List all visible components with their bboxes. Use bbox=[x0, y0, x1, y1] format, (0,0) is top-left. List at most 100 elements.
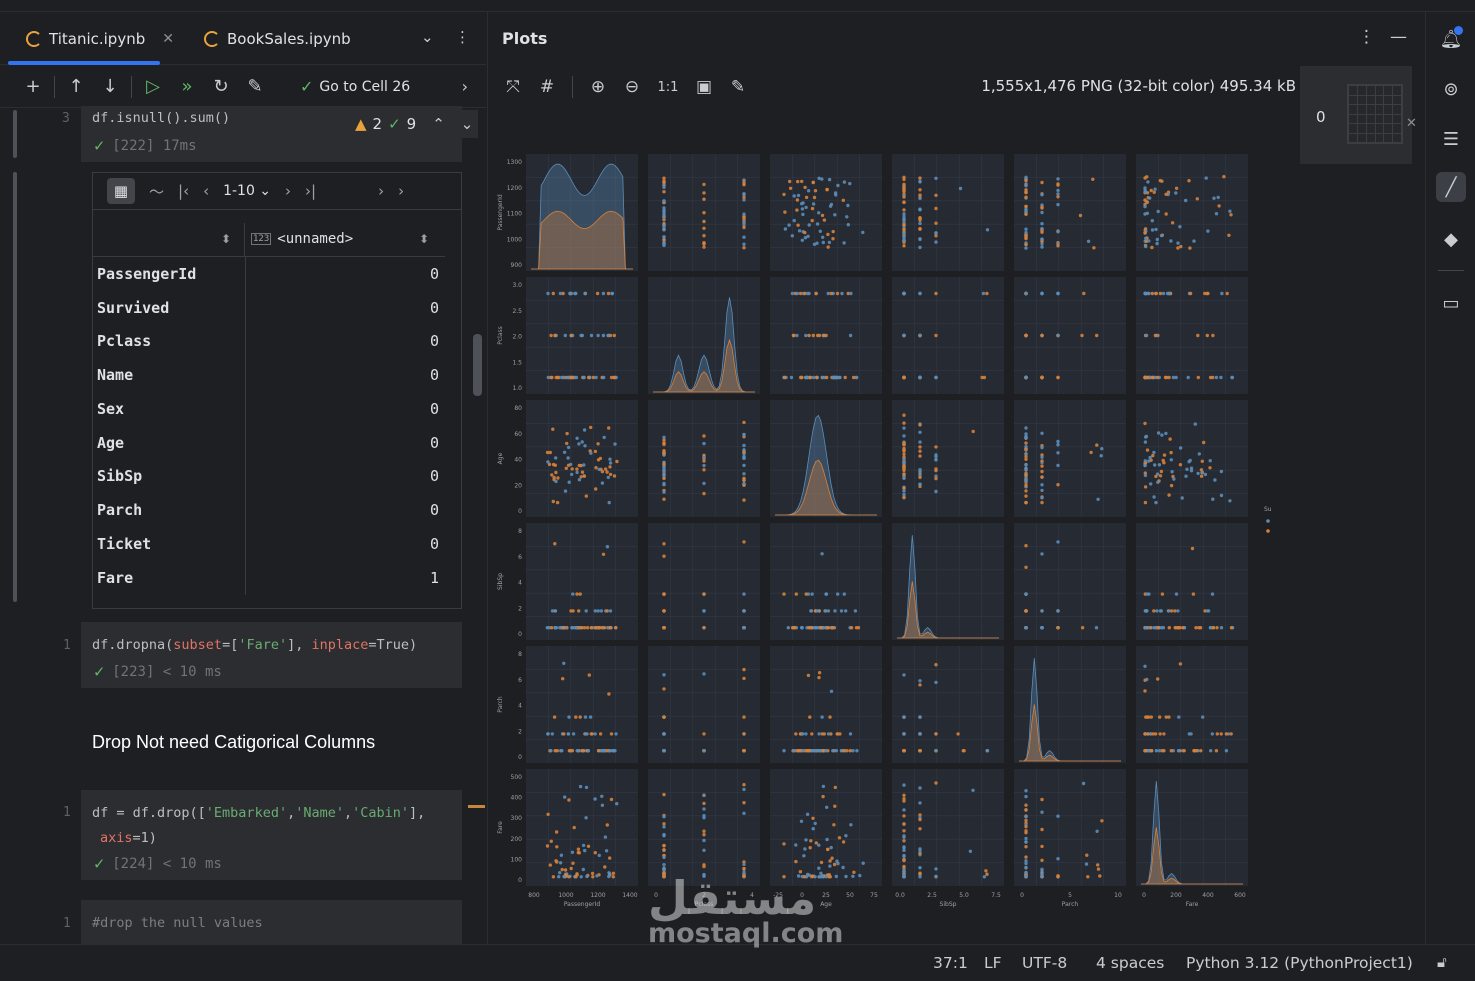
table-row[interactable]: Fare 1 bbox=[93, 561, 445, 595]
lock-icon[interactable]: 🔓︎ bbox=[1437, 953, 1447, 971]
y-tick-label: 6 bbox=[518, 554, 522, 561]
file-encoding[interactable]: UTF-8 bbox=[1022, 954, 1067, 972]
jupyter-variables-icon[interactable]: ◆ bbox=[1436, 224, 1466, 254]
table-row[interactable]: SibSp 0 bbox=[93, 459, 445, 493]
zoom-in-icon[interactable]: ⊕ bbox=[585, 74, 611, 100]
cell-code[interactable]: df.dropna(subset=['Fare'], inplace=True) bbox=[92, 637, 417, 653]
table-row[interactable]: Sex 0 bbox=[93, 392, 445, 426]
scatter-point bbox=[594, 487, 598, 491]
prev-page-icon[interactable]: ‹ bbox=[203, 182, 209, 200]
code-cell[interactable]: #drop the null values bbox=[81, 900, 462, 944]
scatter-point bbox=[1169, 458, 1173, 462]
scatter-point bbox=[742, 225, 746, 230]
code-cell[interactable]: df.dropna(subset=['Fare'], inplace=True)… bbox=[81, 622, 462, 688]
inspections-widget[interactable]: ▲ 2 ✓ 9 ⌃ ⌄ bbox=[345, 110, 478, 138]
plots-icon[interactable]: ╱ bbox=[1436, 172, 1466, 202]
column-header[interactable]: 123 <unnamed> bbox=[251, 231, 353, 247]
scatter-point bbox=[742, 811, 746, 815]
markdown-heading[interactable]: Drop Not need Catigorical Columns bbox=[92, 732, 375, 753]
actual-size-button[interactable]: 1:1 bbox=[653, 74, 683, 100]
sort-icon[interactable]: ⬍ bbox=[221, 232, 231, 246]
clear-outputs-icon[interactable]: ✎ bbox=[238, 70, 272, 104]
table-row[interactable]: Age 0 bbox=[93, 426, 445, 460]
y-tick-label: 1100 bbox=[507, 211, 522, 218]
scatter-point bbox=[611, 749, 615, 753]
chevron-down-icon[interactable]: ⌄ bbox=[461, 115, 474, 133]
scroll-left-icon[interactable]: › bbox=[378, 182, 384, 200]
go-to-cell-button[interactable]: ✓ Go to Cell 26 bbox=[300, 77, 410, 96]
close-icon[interactable]: ✕ bbox=[162, 31, 174, 47]
color-picker-icon[interactable]: ✎ bbox=[725, 74, 751, 100]
scatter-point bbox=[702, 234, 706, 238]
background-icon[interactable]: ▣ bbox=[691, 74, 717, 100]
line-separator[interactable]: LF bbox=[984, 954, 1002, 972]
ai-assistant-icon[interactable]: ⊚ bbox=[1436, 74, 1466, 104]
scatter-point bbox=[742, 455, 746, 460]
more-vertical-icon[interactable]: ⋮ bbox=[455, 28, 470, 46]
run-all-icon[interactable]: » bbox=[170, 70, 204, 104]
tab-titanic[interactable]: Titanic.ipynb ✕ bbox=[26, 26, 174, 52]
close-icon[interactable]: ✕ bbox=[1406, 116, 1417, 131]
run-cell-icon[interactable]: ▷ bbox=[136, 70, 170, 104]
scatter-point bbox=[1056, 443, 1060, 447]
table-row[interactable]: PassengerId 0 bbox=[93, 257, 445, 291]
first-page-icon[interactable]: |‹ bbox=[178, 182, 189, 200]
row-index: SibSp bbox=[97, 467, 143, 485]
page-range-select[interactable]: 1-10 ⌄ bbox=[223, 183, 271, 199]
caret-position[interactable]: 37:1 bbox=[933, 954, 968, 972]
grid-icon[interactable]: # bbox=[534, 74, 560, 100]
next-page-icon[interactable]: › bbox=[285, 182, 291, 200]
scatter-point bbox=[985, 749, 990, 753]
scatter-point bbox=[828, 859, 832, 863]
thumbnail-cell bbox=[1393, 133, 1401, 142]
editor-scrollbar-thumb[interactable] bbox=[473, 334, 482, 396]
cell-code-line2[interactable]: axis=1) bbox=[100, 830, 157, 846]
move-up-icon[interactable]: ↑ bbox=[59, 70, 93, 104]
table-row[interactable]: Ticket 0 bbox=[93, 527, 445, 561]
scatter-point bbox=[742, 246, 746, 250]
cell-code[interactable]: #drop the null values bbox=[92, 915, 263, 931]
database-icon[interactable]: ☰ bbox=[1436, 124, 1466, 154]
index-column-header[interactable]: ⬍ bbox=[93, 223, 245, 257]
scatter-point bbox=[610, 291, 614, 296]
add-cell-icon[interactable]: + bbox=[16, 70, 50, 104]
table-row[interactable]: Survived 0 bbox=[93, 291, 445, 325]
more-vertical-icon[interactable]: ⋮ bbox=[1358, 27, 1375, 47]
structure-icon[interactable]: ▭ bbox=[1436, 288, 1466, 318]
scatter-point bbox=[1143, 689, 1147, 693]
scatter-point bbox=[702, 468, 706, 472]
table-row[interactable]: Pclass 0 bbox=[93, 324, 445, 358]
chevron-down-icon[interactable]: ⌄ bbox=[421, 28, 434, 46]
sort-icon[interactable]: ⬍ bbox=[419, 232, 429, 246]
scatter-point bbox=[794, 592, 798, 596]
execution-info: [224] < 10 ms bbox=[112, 856, 222, 872]
scatter-point bbox=[798, 870, 803, 874]
scatter-point bbox=[782, 375, 787, 380]
code-cell[interactable]: df = df.drop(['Embarked','Name','Cabin']… bbox=[81, 790, 462, 880]
scatter-point bbox=[564, 466, 568, 470]
table-row[interactable]: Name 0 bbox=[93, 358, 445, 392]
restart-kernel-icon[interactable]: ↻ bbox=[204, 70, 238, 104]
scroll-right-icon[interactable]: › bbox=[398, 182, 404, 200]
y-axis-label: Age bbox=[497, 452, 504, 464]
plot-thumbnail[interactable] bbox=[1347, 84, 1403, 144]
cell-code[interactable]: df.isnull().sum() bbox=[92, 110, 230, 126]
zoom-out-icon[interactable]: ⊖ bbox=[619, 74, 645, 100]
python-interpreter[interactable]: Python 3.12 (PythonProject1) bbox=[1186, 954, 1413, 972]
scatter-point bbox=[1143, 500, 1148, 505]
table-view-icon[interactable]: ▦ bbox=[107, 178, 135, 204]
chevron-right-icon[interactable]: › bbox=[462, 77, 468, 96]
scatter-point bbox=[662, 476, 666, 481]
last-page-icon[interactable]: ›| bbox=[305, 182, 316, 200]
fit-to-window-icon[interactable]: ⤧ bbox=[500, 74, 526, 100]
chart-view-icon[interactable]: 〜 bbox=[149, 181, 164, 202]
tab-booksales[interactable]: BookSales.ipynb bbox=[204, 26, 351, 52]
minimize-icon[interactable]: — bbox=[1390, 27, 1407, 47]
move-down-icon[interactable]: ↓ bbox=[93, 70, 127, 104]
scatter-point bbox=[1187, 460, 1191, 464]
table-row[interactable]: Parch 0 bbox=[93, 493, 445, 527]
indent-setting[interactable]: 4 spaces bbox=[1096, 954, 1164, 972]
cell-code[interactable]: df = df.drop(['Embarked','Name','Cabin']… bbox=[92, 805, 425, 821]
chevron-up-icon[interactable]: ⌃ bbox=[432, 115, 445, 133]
scatter-point bbox=[566, 445, 571, 450]
